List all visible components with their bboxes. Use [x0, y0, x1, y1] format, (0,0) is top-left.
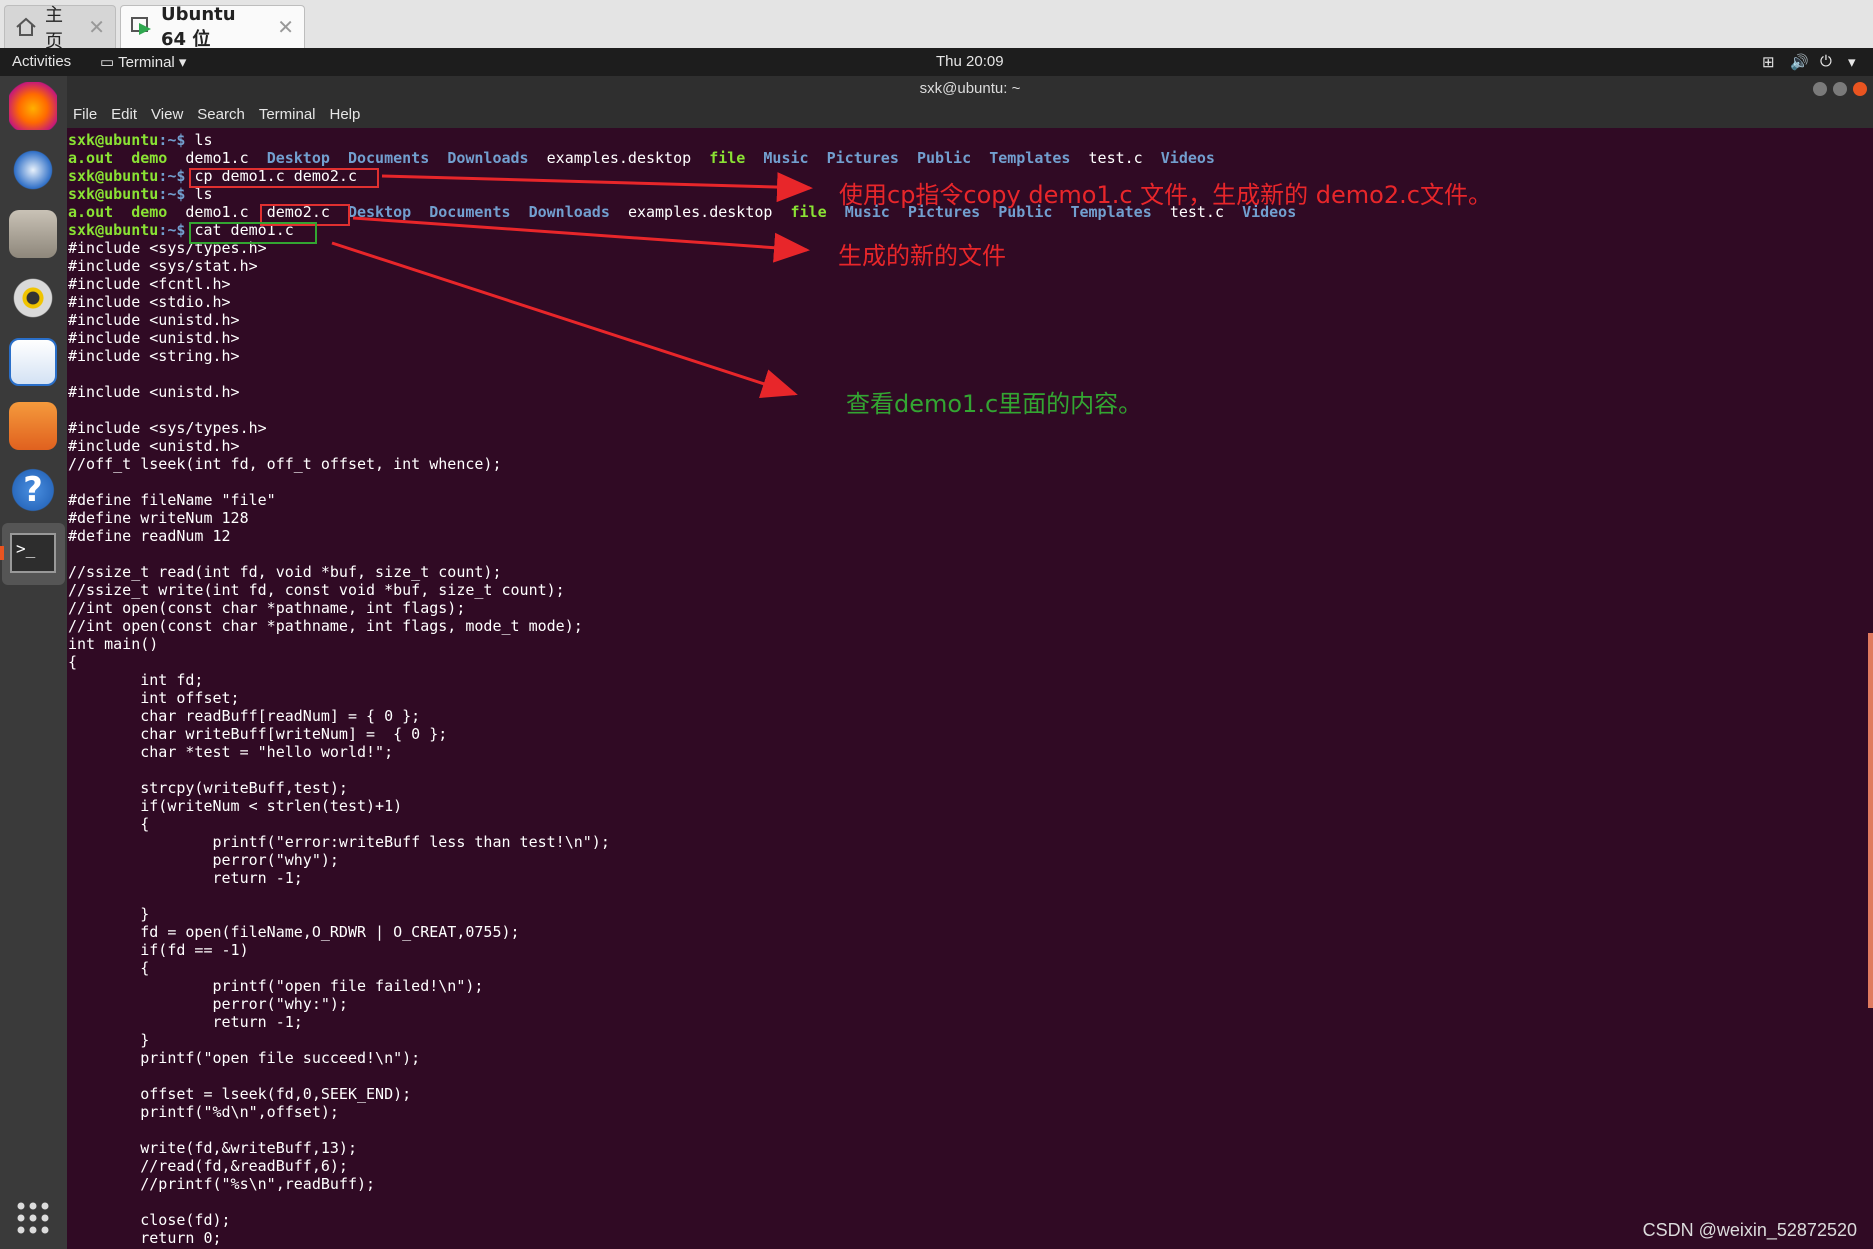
annotation-cat: 查看demo1.c里面的内容。	[846, 390, 1143, 418]
code-line: offset = lseek(fd,0,SEEK_END);	[68, 1085, 412, 1103]
software-center-icon[interactable]	[9, 402, 57, 450]
code-line: int main()	[68, 635, 159, 653]
code-line: //off_t lseek(int fd, off_t offset, int …	[68, 455, 502, 473]
code-line: #define writeNum 128	[68, 509, 249, 527]
arrow-demo2	[352, 216, 810, 263]
thunderbird-icon[interactable]	[9, 146, 57, 194]
host-tab-strip: 主页 ✕ Ubuntu 64 位 ✕	[0, 0, 1873, 52]
activities-button[interactable]: Activities	[12, 53, 71, 70]
code-line: perror("why");	[68, 851, 339, 869]
libreoffice-writer-icon[interactable]	[9, 338, 57, 386]
code-line: #define fileName "file"	[68, 491, 276, 509]
maximize-icon[interactable]	[1833, 82, 1847, 96]
code-line: {	[68, 959, 150, 977]
firefox-icon[interactable]	[9, 82, 57, 130]
code-line: char *test = "hello world!";	[68, 743, 394, 761]
code-line: if(writeNum < strlen(test)+1)	[68, 797, 403, 815]
rhythmbox-icon[interactable]	[9, 274, 57, 322]
code-line: int fd;	[68, 671, 204, 689]
code-line: int offset;	[68, 689, 240, 707]
code-line: #define readNum 12	[68, 527, 231, 545]
terminal-output[interactable]: sxk@ubuntu:~$ ls a.out demo demo1.c Desk…	[67, 128, 1873, 1249]
code-line: char writeBuff[writeNum] = { 0 };	[68, 725, 448, 743]
arrow-cp	[381, 172, 813, 203]
minimize-icon[interactable]	[1813, 82, 1827, 96]
close-icon[interactable]: ✕	[88, 15, 105, 39]
clock[interactable]: Thu 20:09	[936, 53, 1004, 70]
watermark: CSDN @weixin_52872520	[1642, 1220, 1857, 1240]
code-line: return -1;	[68, 1013, 303, 1031]
code-line: //int open(const char *pathname, int fla…	[68, 599, 466, 617]
code-line: //printf("%s\n",readBuff);	[68, 1175, 376, 1193]
terminal-icon: >_	[10, 533, 56, 573]
menu-terminal[interactable]: Terminal	[259, 106, 316, 123]
chevron-down-icon: ▾	[174, 54, 187, 71]
system-menu-chevron-icon[interactable]: ▾	[1848, 53, 1856, 71]
dock: ? >_	[0, 76, 68, 1249]
gnome-top-bar: Activities ▭ Terminal ▾ Thu 20:09 ⊞ 🔊 ⏻ …	[0, 48, 1873, 76]
network-icon[interactable]: ⊞	[1762, 53, 1775, 71]
scrollbar[interactable]	[1868, 633, 1873, 1008]
show-apps-icon[interactable]	[9, 1194, 57, 1242]
arrow-cat	[331, 241, 798, 399]
app-menu[interactable]: ▭ Terminal ▾	[100, 53, 186, 71]
window-titlebar[interactable]: sxk@ubuntu: ~	[67, 76, 1873, 102]
code-line: //ssize_t write(int fd, const void *buf,…	[68, 581, 565, 599]
close-icon[interactable]: ✕	[277, 15, 294, 39]
menu-edit[interactable]: Edit	[111, 106, 137, 123]
window-title: sxk@ubuntu: ~	[919, 80, 1021, 97]
code-line: return 0;	[68, 1229, 222, 1247]
tab-home[interactable]: 主页 ✕	[4, 5, 116, 52]
code-line: //int open(const char *pathname, int fla…	[68, 617, 583, 635]
menu-file[interactable]: File	[73, 106, 97, 123]
terminal-small-icon: ▭	[100, 54, 119, 71]
code-line: printf("%d\n",offset);	[68, 1103, 339, 1121]
code-line: }	[68, 905, 150, 923]
menu-help[interactable]: Help	[330, 106, 361, 123]
code-line: fd = open(fileName,O_RDWR | O_CREAT,0755…	[68, 923, 520, 941]
code-line: return -1;	[68, 869, 303, 887]
code-line: strcpy(writeBuff,test);	[68, 779, 348, 797]
code-line: {	[68, 815, 150, 833]
code-line: if(fd == -1)	[68, 941, 249, 959]
help-icon[interactable]: ?	[9, 466, 57, 514]
tab-home-label: 主页	[45, 5, 63, 52]
code-line: close(fd);	[68, 1211, 231, 1229]
tab-ubuntu-vm[interactable]: Ubuntu 64 位 ✕	[120, 3, 305, 50]
terminal-dock-highlight[interactable]: >_	[2, 523, 65, 585]
home-icon	[15, 17, 37, 37]
app-menu-label: Terminal	[118, 54, 175, 71]
code-line: //ssize_t read(int fd, void *buf, size_t…	[68, 563, 502, 581]
close-window-icon[interactable]	[1853, 82, 1867, 96]
code-line: printf("open file succeed!\n");	[68, 1049, 421, 1067]
annotation-new-file: 生成的新的文件	[838, 242, 1006, 270]
volume-icon[interactable]: 🔊	[1790, 53, 1809, 71]
code-line: char readBuff[readNum] = { 0 };	[68, 707, 421, 725]
code-line: write(fd,&writeBuff,13);	[68, 1139, 357, 1157]
code-line: printf("open file failed!\n");	[68, 977, 484, 995]
code-line: {	[68, 653, 78, 671]
terminal-menubar: File Edit View Search Terminal Help	[67, 102, 1873, 128]
menu-view[interactable]: View	[151, 106, 183, 123]
code-line: //read(fd,&readBuff,6);	[68, 1157, 348, 1175]
code-line: perror("why:");	[68, 995, 348, 1013]
menu-search[interactable]: Search	[197, 106, 245, 123]
annotation-cp: 使用cp指令copy demo1.c 文件，生成新的 demo2.c文件。	[839, 181, 1492, 209]
tab-ubuntu-label: Ubuntu 64 位	[161, 3, 236, 50]
active-indicator	[0, 546, 4, 560]
power-icon[interactable]: ⏻	[1820, 53, 1832, 70]
code-line: printf("error:writeBuff less than test!\…	[68, 833, 610, 851]
files-icon[interactable]	[9, 210, 57, 258]
vm-icon	[131, 17, 153, 37]
code-line: }	[68, 1031, 150, 1049]
